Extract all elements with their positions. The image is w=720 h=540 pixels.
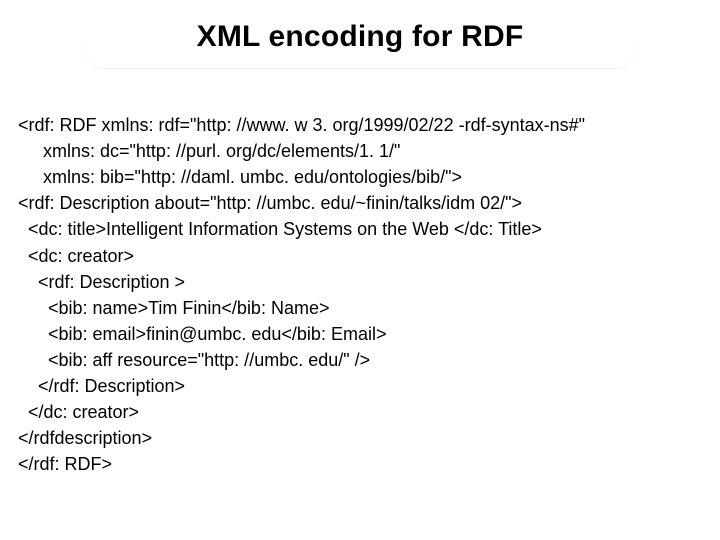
code-line: <rdf: Description about="http: //umbc. e… <box>18 193 522 213</box>
slide: XML encoding for RDF <rdf: RDF xmlns: rd… <box>0 0 720 540</box>
code-line: <bib: name>Tim Finin</bib: Name> <box>18 298 329 318</box>
code-line: xmlns: bib="http: //daml. umbc. edu/onto… <box>18 167 462 187</box>
code-line: xmlns: dc="http: //purl. org/dc/elements… <box>18 141 400 161</box>
code-line: </rdf: Description> <box>18 376 185 396</box>
slide-title: XML encoding for RDF <box>104 20 616 54</box>
code-line: <bib: aff resource="http: //umbc. edu/" … <box>18 350 370 370</box>
code-block: <rdf: RDF xmlns: rdf="http: //www. w 3. … <box>18 86 702 504</box>
code-line: </rdfdescription> <box>18 428 152 448</box>
code-line: </rdf: RDF> <box>18 454 112 474</box>
title-container: XML encoding for RDF <box>80 10 640 68</box>
code-line: <rdf: Description > <box>18 272 185 292</box>
code-line: <rdf: RDF xmlns: rdf="http: //www. w 3. … <box>18 115 585 135</box>
code-line: <bib: email>finin@umbc. edu</bib: Email> <box>18 324 386 344</box>
code-line: <dc: creator> <box>18 246 134 266</box>
code-line: </dc: creator> <box>18 402 139 422</box>
code-line: <dc: title>Intelligent Information Syste… <box>18 219 542 239</box>
